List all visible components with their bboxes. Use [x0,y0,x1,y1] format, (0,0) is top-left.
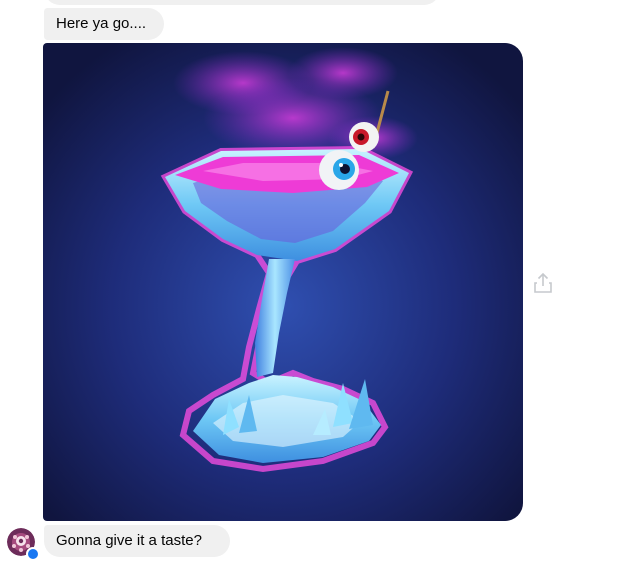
presence-badge [26,547,40,561]
share-icon[interactable] [532,271,554,295]
message-text: Gonna give it a taste? [56,532,202,549]
cocktail-glass-image [43,43,523,521]
message-bubble[interactable]: Here ya go.... [44,8,164,40]
previous-message-bubble[interactable] [44,0,440,5]
message-text: Here ya go.... [56,15,147,32]
message-bubble[interactable]: Gonna give it a taste? [44,525,230,557]
message-image[interactable] [43,43,523,521]
message-thread: Here ya go.... Gonna give it a taste? [0,0,633,567]
